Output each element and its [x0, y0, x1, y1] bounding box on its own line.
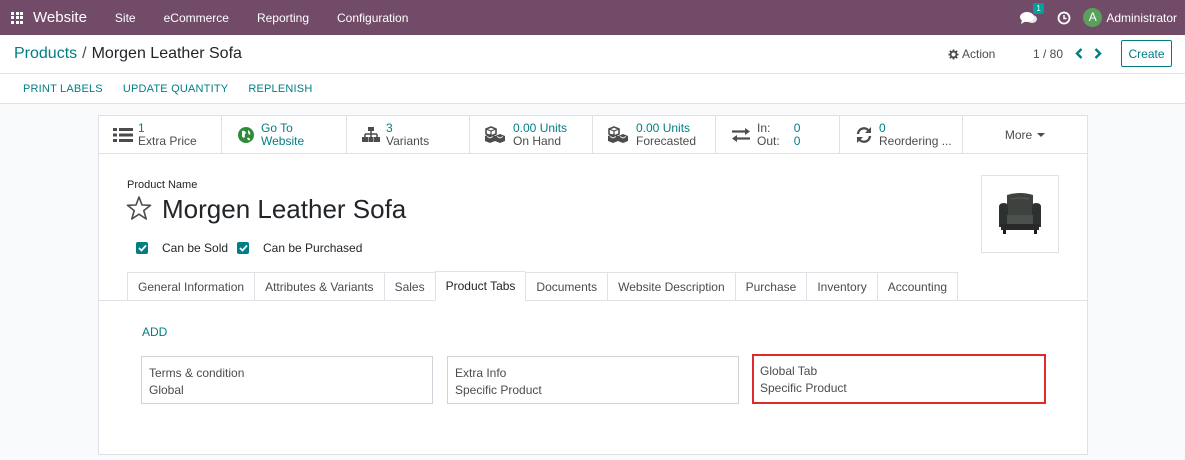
reordering-label: Reordering ...: [879, 134, 952, 148]
breadcrumb-products[interactable]: Products: [14, 45, 77, 62]
out-label: Out:: [757, 134, 780, 148]
user-menu[interactable]: Administrator: [1106, 11, 1177, 25]
menu-reporting[interactable]: Reporting: [250, 11, 316, 25]
card-subtitle: Specific Product: [760, 381, 847, 395]
cubes-icon: [484, 126, 508, 144]
extra-price-label: Extra Price: [138, 134, 197, 148]
in-out-smart-button[interactable]: In: 0 Out: 0: [716, 116, 840, 154]
on-hand-label: On Hand: [513, 134, 562, 148]
can-be-purchased-label: Can be Purchased: [263, 241, 363, 255]
card-title: Terms & condition: [149, 366, 245, 380]
chat-icon[interactable]: 1: [1019, 2, 1044, 26]
variants-label: Variants: [386, 134, 430, 148]
add-product-tab-button[interactable]: ADD: [142, 325, 167, 339]
action-label: Action: [962, 47, 996, 61]
pager-value[interactable]: 1 / 80: [1033, 47, 1063, 61]
gear-icon: [948, 48, 959, 60]
app-brand[interactable]: Website: [33, 9, 87, 26]
smart-buttons-bar: 1 Extra Price Go To Website 3 Variants 0…: [99, 116, 1087, 154]
armchair-image: [999, 193, 1041, 234]
breadcrumb-separator: /: [82, 45, 87, 62]
globe-icon: [236, 126, 256, 144]
user-avatar[interactable]: A: [1083, 8, 1103, 27]
tab-attributes-variants[interactable]: Attributes & Variants: [254, 272, 384, 301]
exchange-icon: [730, 126, 752, 144]
tab-purchase[interactable]: Purchase: [734, 272, 807, 301]
tab-inventory[interactable]: Inventory: [806, 272, 877, 301]
chevron-left-icon: [1075, 47, 1083, 59]
can-be-purchased-field: Can be Purchased: [237, 241, 362, 255]
tab-documents[interactable]: Documents: [525, 272, 608, 301]
website-label: Website: [261, 134, 305, 148]
action-dropdown-button[interactable]: Action: [948, 47, 995, 61]
product-tab-card[interactable]: Terms & condition Global: [141, 356, 433, 404]
form-statusbar: PRINT LABELS UPDATE QUANTITY REPLENISH: [0, 74, 1185, 104]
product-image[interactable]: [981, 175, 1059, 253]
menu-ecommerce[interactable]: eCommerce: [157, 11, 236, 25]
caret-down-icon: [1037, 133, 1046, 137]
cubes-icon: [607, 126, 631, 144]
create-button[interactable]: Create: [1121, 40, 1172, 67]
can-be-sold-field: Can be Sold: [136, 241, 228, 255]
replenish-button[interactable]: REPLENISH: [238, 83, 322, 95]
card-title: Extra Info: [455, 366, 507, 380]
variants-smart-button[interactable]: 3 Variants: [347, 116, 470, 154]
star-icon[interactable]: [126, 195, 152, 221]
refresh-icon: [854, 126, 874, 144]
tab-sales[interactable]: Sales: [383, 272, 435, 301]
form-sheet: 1 Extra Price Go To Website 3 Variants 0…: [98, 115, 1088, 455]
update-quantity-button[interactable]: UPDATE QUANTITY: [113, 83, 238, 95]
can-be-purchased-checkbox[interactable]: [237, 242, 249, 254]
can-be-sold-label: Can be Sold: [162, 241, 229, 255]
card-subtitle: Specific Product: [455, 383, 542, 397]
top-navbar: Website Site eCommerce Reporting Configu…: [0, 0, 1185, 35]
go-to-website-smart-button[interactable]: Go To Website: [222, 116, 347, 154]
tab-product-tabs[interactable]: Product Tabs: [434, 271, 526, 301]
tab-website-description[interactable]: Website Description: [607, 272, 735, 301]
sitemap-icon: [361, 126, 381, 144]
menu-site[interactable]: Site: [108, 11, 143, 25]
activity-clock-icon[interactable]: [1057, 11, 1071, 25]
print-labels-button[interactable]: PRINT LABELS: [13, 83, 113, 95]
extra-price-smart-button[interactable]: 1 Extra Price: [99, 116, 222, 154]
can-be-sold-checkbox[interactable]: [136, 242, 148, 254]
tab-accounting[interactable]: Accounting: [876, 272, 959, 301]
breadcrumb-current: Morgen Leather Sofa: [91, 45, 242, 62]
list-icon: [113, 126, 133, 144]
chat-badge: 1: [1033, 2, 1044, 14]
card-title: Global Tab: [760, 364, 818, 378]
chevron-right-icon: [1094, 47, 1102, 59]
tab-general-information[interactable]: General Information: [127, 272, 255, 301]
control-panel: Products / Morgen Leather Sofa Action 1 / …: [0, 35, 1185, 74]
forecasted-label: Forecasted: [636, 134, 697, 148]
product-name-field[interactable]: Morgen Leather Sofa: [162, 194, 406, 225]
product-tab-card-highlighted[interactable]: Global Tab Specific Product: [752, 354, 1046, 404]
menu-configuration[interactable]: Configuration: [330, 11, 415, 25]
notebook-tabs: General Information Attributes & Variant…: [127, 271, 959, 301]
pager-next-button[interactable]: [1092, 46, 1104, 60]
more-label: More: [1004, 128, 1033, 142]
forecasted-smart-button[interactable]: 0.00 Units Forecasted: [593, 116, 716, 154]
apps-menu-icon[interactable]: [11, 11, 23, 24]
on-hand-smart-button[interactable]: 0.00 Units On Hand: [470, 116, 593, 154]
card-subtitle: Global: [149, 383, 184, 397]
product-name-label: Product Name: [127, 179, 198, 191]
pager-previous-button[interactable]: [1073, 46, 1085, 60]
product-tab-card[interactable]: Extra Info Specific Product: [447, 356, 739, 404]
more-smart-buttons-dropdown[interactable]: More: [963, 116, 1087, 154]
breadcrumb: Products / Morgen Leather Sofa: [14, 45, 242, 63]
reordering-smart-button[interactable]: 0 Reordering ...: [840, 116, 963, 154]
out-value: 0: [793, 134, 801, 148]
